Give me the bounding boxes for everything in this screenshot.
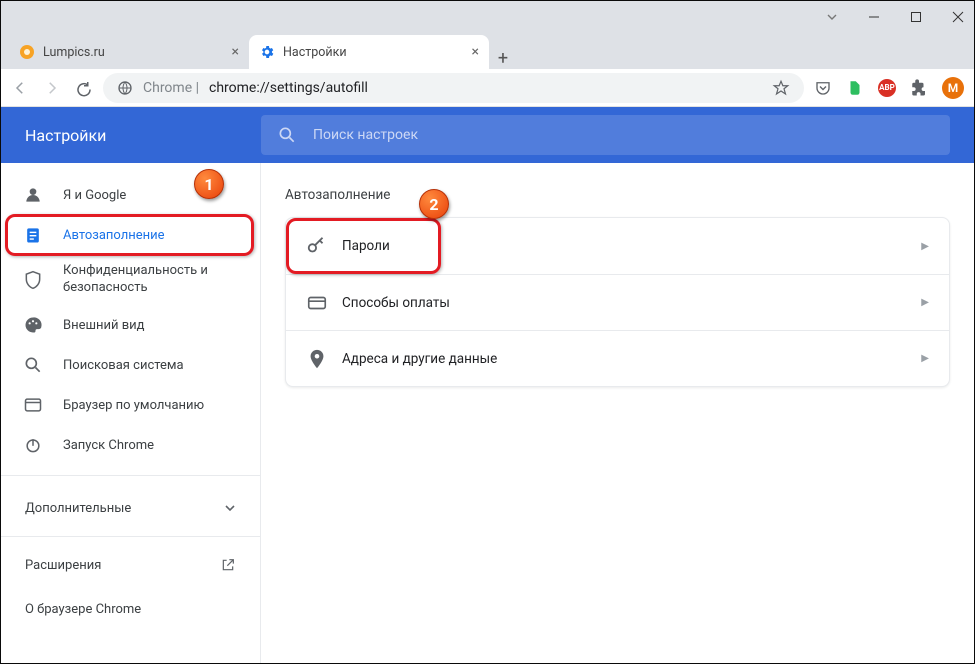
- sidebar-item-label: Внешний вид: [63, 318, 145, 333]
- maximize-icon[interactable]: [910, 11, 922, 23]
- tab-lumpics[interactable]: Lumpics.ru ×: [9, 35, 249, 69]
- settings-header: Настройки Поиск настроек: [1, 107, 974, 163]
- row-passwords[interactable]: Пароли ▶: [286, 218, 949, 274]
- sidebar-advanced-toggle[interactable]: Дополнительные: [1, 486, 260, 530]
- settings-main: Автозаполнение Пароли ▶ Способы оплаты ▶…: [261, 163, 974, 663]
- chevron-right-icon: ▶: [921, 297, 929, 308]
- extension-icons: ABP M: [814, 77, 964, 99]
- tab-title: Lumpics.ru: [43, 45, 232, 60]
- sidebar-item-label: Запуск Chrome: [63, 438, 154, 453]
- tab-settings[interactable]: Настройки ×: [249, 35, 489, 69]
- browser-toolbar: Chrome | chrome://settings/autofill ABP …: [1, 69, 974, 107]
- sidebar-item-appearance[interactable]: Внешний вид: [1, 305, 248, 345]
- reload-button[interactable]: [75, 79, 93, 97]
- extensions-puzzle-icon[interactable]: [910, 79, 928, 97]
- shield-icon: [23, 270, 43, 290]
- profile-avatar[interactable]: M: [942, 77, 964, 99]
- chevron-right-icon: ▶: [921, 353, 929, 364]
- settings-favicon: [259, 44, 275, 60]
- new-tab-button[interactable]: +: [489, 48, 517, 69]
- close-window-icon[interactable]: [952, 11, 964, 23]
- back-button[interactable]: [11, 79, 29, 97]
- sidebar-link-about[interactable]: О браузере Chrome: [1, 587, 260, 631]
- tab-title: Настройки: [283, 45, 472, 60]
- sidebar-link-label: О браузере Chrome: [25, 602, 141, 617]
- sidebar-item-label: Браузер по умолчанию: [63, 398, 204, 413]
- search-placeholder: Поиск настроек: [313, 127, 418, 143]
- site-info-icon[interactable]: [117, 80, 133, 96]
- sidebar-item-autofill[interactable]: Автозаполнение: [1, 215, 248, 255]
- sidebar-item-privacy[interactable]: Конфиденциальность и безопасность: [1, 255, 248, 305]
- location-icon: [306, 348, 342, 370]
- clipboard-icon: [23, 225, 43, 245]
- pocket-icon[interactable]: [814, 79, 832, 97]
- sidebar-item-label: Поисковая система: [63, 358, 184, 373]
- browser-icon: [23, 395, 43, 415]
- forward-button[interactable]: [43, 79, 61, 97]
- sidebar-item-label: Конфиденциальность и безопасность: [63, 263, 226, 297]
- search-icon: [277, 125, 297, 145]
- adblock-icon[interactable]: ABP: [878, 79, 896, 97]
- evernote-icon[interactable]: [846, 79, 864, 97]
- autofill-card: Пароли ▶ Способы оплаты ▶ Адреса и други…: [285, 217, 950, 387]
- palette-icon: [23, 315, 43, 335]
- magnify-icon: [23, 355, 43, 375]
- address-bar[interactable]: Chrome | chrome://settings/autofill: [103, 73, 804, 103]
- row-addresses[interactable]: Адреса и другие данные ▶: [286, 330, 949, 386]
- person-icon: [23, 185, 43, 205]
- close-tab-icon[interactable]: ×: [232, 44, 239, 60]
- key-icon: [306, 235, 342, 257]
- row-label: Адреса и другие данные: [342, 351, 921, 367]
- sidebar-item-default-browser[interactable]: Браузер по умолчанию: [1, 385, 248, 425]
- chevron-right-icon: ▶: [921, 241, 929, 252]
- window-control-bar: [1, 1, 974, 33]
- sidebar-item-search-engine[interactable]: Поисковая система: [1, 345, 248, 385]
- url-path: chrome://settings/autofill: [209, 80, 368, 96]
- sidebar-item-label: Я и Google: [63, 188, 126, 203]
- sidebar-link-extensions[interactable]: Расширения: [1, 543, 260, 587]
- tab-strip: Lumpics.ru × Настройки × +: [1, 33, 974, 69]
- row-payment-methods[interactable]: Способы оплаты ▶: [286, 274, 949, 330]
- close-tab-icon[interactable]: ×: [472, 44, 479, 60]
- power-icon: [23, 435, 43, 455]
- window-chevron-icon[interactable]: [826, 11, 838, 23]
- settings-search[interactable]: Поиск настроек: [261, 115, 950, 155]
- annotation-badge-1: 1: [194, 169, 224, 199]
- row-label: Способы оплаты: [342, 295, 921, 311]
- settings-sidebar: Я и Google Автозаполнение Конфиденциальн…: [1, 163, 261, 663]
- star-bookmark-icon[interactable]: [772, 79, 790, 97]
- settings-header-title: Настройки: [1, 126, 261, 145]
- settings-body: Я и Google Автозаполнение Конфиденциальн…: [1, 163, 974, 663]
- chevron-down-icon: [224, 502, 236, 514]
- sidebar-advanced-label: Дополнительные: [25, 501, 131, 516]
- section-title: Автозаполнение: [285, 187, 950, 203]
- sidebar-link-label: Расширения: [25, 558, 101, 573]
- annotation-badge-2: 2: [419, 189, 449, 219]
- url-scheme: Chrome |: [143, 80, 199, 96]
- credit-card-icon: [306, 292, 342, 314]
- lumpics-favicon: [19, 44, 35, 60]
- open-external-icon: [220, 557, 236, 573]
- row-label: Пароли: [342, 238, 921, 254]
- sidebar-item-label: Автозаполнение: [63, 228, 165, 243]
- sidebar-item-on-startup[interactable]: Запуск Chrome: [1, 425, 248, 465]
- minimize-icon[interactable]: [868, 11, 880, 23]
